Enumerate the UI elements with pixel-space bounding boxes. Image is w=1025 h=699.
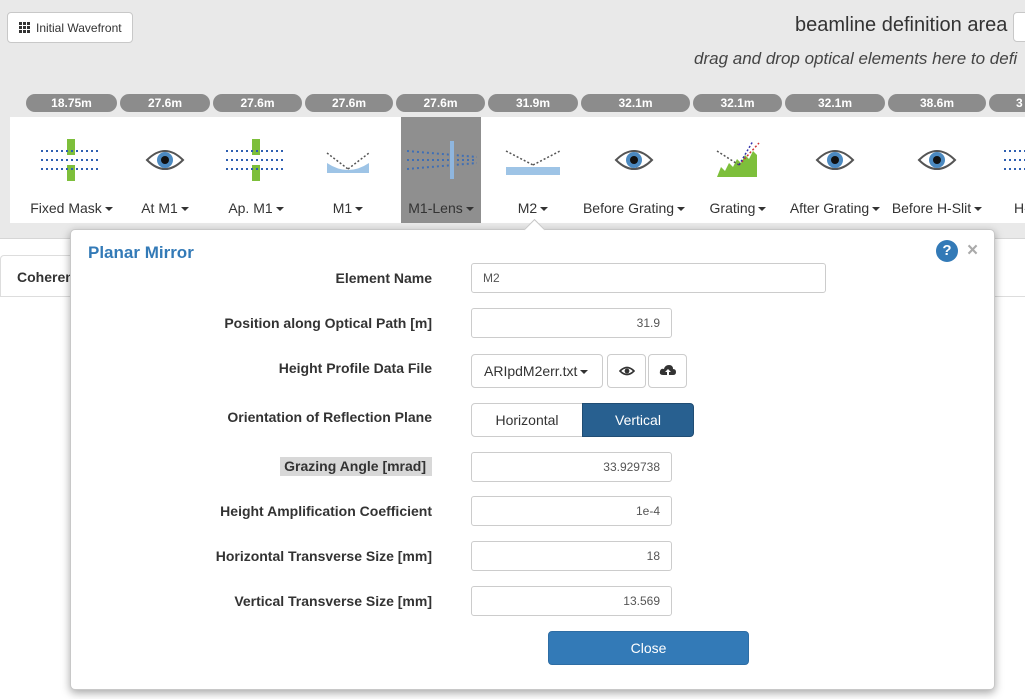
beamline-subtitle: drag and drop optical elements here to d… <box>694 49 1018 68</box>
element-label: Grating <box>709 200 756 216</box>
position-pill: 27.6m <box>213 94 302 112</box>
elements-bar: Fixed Mask At M1 Ap. M1 M1 M1-Lens M2 Be… <box>10 117 1025 223</box>
element-label: Before Grating <box>582 200 675 216</box>
caret-down-icon <box>104 207 113 212</box>
element-label: Ap. M1 <box>228 200 273 216</box>
vertical-size-label: Vertical Transverse Size [mm] <box>234 593 432 609</box>
element-after-grating[interactable]: After Grating <box>785 117 885 223</box>
position-pill: 32.1m <box>581 94 690 112</box>
position-input[interactable]: 31.9 <box>471 308 672 338</box>
element-ap-m1[interactable]: Ap. M1 <box>211 117 301 223</box>
eye-icon <box>145 150 185 170</box>
element-name-label: Element Name <box>335 270 432 286</box>
element-label: Fixed Mask <box>30 200 102 216</box>
horizontal-size-input[interactable]: 18 <box>471 541 672 571</box>
tab-coherence[interactable]: Coheren <box>0 255 78 297</box>
eye-icon <box>815 150 855 170</box>
planar-mirror-icon <box>505 150 561 175</box>
element-at-m1[interactable]: At M1 <box>121 117 209 223</box>
element-label: M2 <box>517 200 538 216</box>
element-label: H- <box>1014 200 1025 216</box>
element-label: M1-Lens <box>408 200 463 216</box>
element-m1-lens[interactable]: M1-Lens <box>401 117 481 223</box>
grating-icon <box>716 140 760 177</box>
cloud-upload-icon <box>659 365 676 376</box>
position-pill: 27.6m <box>120 94 210 112</box>
grazing-angle-input[interactable]: 33.929738 <box>471 452 672 482</box>
caret-down-icon <box>355 207 364 212</box>
close-icon[interactable]: × <box>967 241 978 261</box>
eye-icon <box>917 150 957 170</box>
position-pill: 27.6m <box>396 94 485 112</box>
element-name-input[interactable]: M2 <box>471 263 826 293</box>
horizontal-option[interactable]: Horizontal <box>471 403 583 437</box>
caret-down-icon <box>465 207 474 212</box>
initial-wavefront-label: Initial Wavefront <box>36 20 122 35</box>
help-icon[interactable]: ? <box>936 240 958 262</box>
element-label: Before H-Slit <box>891 200 972 216</box>
spherical-mirror-icon <box>326 152 370 173</box>
element-grating[interactable]: Grating <box>693 117 783 223</box>
beamline-title: beamline definition area <box>795 14 1008 36</box>
position-label: Position along Optical Path [m] <box>224 315 432 331</box>
vertical-option[interactable]: Vertical <box>582 403 694 437</box>
caret-down-icon <box>974 207 983 212</box>
element-label: After Grating <box>789 200 870 216</box>
position-pill: 32.1m <box>785 94 885 112</box>
caret-down-icon <box>275 207 284 212</box>
beamline-menu-button[interactable] <box>1013 12 1025 42</box>
planar-mirror-dialog: Planar Mirror ? × Element Name M2 Positi… <box>70 218 995 690</box>
eye-icon <box>618 366 635 376</box>
aperture-icon <box>226 139 286 181</box>
position-pill: 31.9m <box>488 94 578 112</box>
height-profile-dropdown[interactable]: ARIpdM2err.txt <box>471 354 603 388</box>
grid-icon <box>19 22 30 33</box>
caret-down-icon <box>540 207 549 212</box>
initial-wavefront-button[interactable]: Initial Wavefront <box>7 12 133 43</box>
caret-down-icon <box>758 207 767 212</box>
eye-icon <box>614 150 654 170</box>
aperture-icon <box>41 139 101 181</box>
element-h-slit[interactable]: H- <box>1000 117 1025 223</box>
view-file-button[interactable] <box>607 354 646 388</box>
upload-file-button[interactable] <box>648 354 687 388</box>
lens-icon <box>407 141 477 179</box>
element-before-grating[interactable]: Before Grating <box>581 117 687 223</box>
aperture-icon <box>1004 150 1025 170</box>
orientation-label: Orientation of Reflection Plane <box>227 409 432 425</box>
horizontal-size-label: Horizontal Transverse Size [mm] <box>215 548 432 564</box>
position-pill: 18.75m <box>26 94 117 112</box>
element-m1[interactable]: M1 <box>303 117 393 223</box>
beamline-definition-area: Initial Wavefront beamline definition ar… <box>0 0 1025 239</box>
element-label: At M1 <box>141 200 178 216</box>
close-button[interactable]: Close <box>548 631 749 665</box>
height-profile-label: Height Profile Data File <box>278 360 432 376</box>
caret-down-icon <box>872 207 881 212</box>
grazing-angle-label: Grazing Angle [mrad] <box>280 457 432 476</box>
position-pill: 38.6m <box>888 94 986 112</box>
element-before-h-slit[interactable]: Before H-Slit <box>887 117 987 223</box>
position-pill: 27.6m <box>305 94 393 112</box>
vertical-size-input[interactable]: 13.569 <box>471 586 672 616</box>
caret-down-icon <box>677 207 686 212</box>
caret-down-icon <box>180 207 189 212</box>
element-fixed-mask[interactable]: Fixed Mask <box>24 117 119 223</box>
position-pill: 3 <box>989 94 1025 112</box>
position-pill: 32.1m <box>693 94 782 112</box>
caret-down-icon <box>580 370 589 375</box>
dialog-title: Planar Mirror <box>88 243 194 262</box>
element-m2[interactable]: M2 <box>488 117 578 223</box>
height-profile-value: ARIpdM2err.txt <box>484 363 578 379</box>
height-amplification-label: Height Amplification Coefficient <box>220 503 432 519</box>
element-label: M1 <box>332 200 353 216</box>
height-amplification-input[interactable]: 1e-4 <box>471 496 672 526</box>
